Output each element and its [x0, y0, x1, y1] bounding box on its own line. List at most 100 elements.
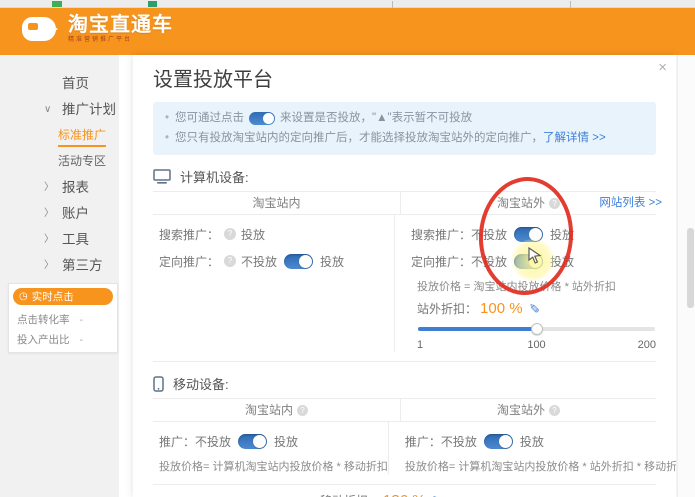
notice-text: 您可通过点击 [175, 112, 245, 124]
sidebar-item-label: 报表 [62, 180, 89, 195]
close-icon[interactable]: × [658, 60, 667, 75]
sidebar-item-tools[interactable]: 〉 工具 [0, 232, 119, 247]
discount-label: 站外折扣： [417, 301, 478, 316]
targeted-offsite-toggle[interactable] [514, 253, 544, 269]
mobile-onsite-formula: 投放价格= 计算机淘宝站内投放价格 * 移动折扣 [159, 461, 388, 473]
browser-tab-divider [570, 1, 571, 8]
train-logo-icon [22, 14, 60, 44]
offsite-slider-ticks: 1 100 200 [417, 339, 656, 352]
stat-row-roi[interactable]: 投入产出比 - [9, 329, 117, 349]
info-icon[interactable]: ? [224, 228, 237, 240]
column-header-offsite: 淘宝站外? [400, 399, 656, 421]
off-label: 不投放 [241, 254, 278, 269]
sidebar-item-label: 推广计划 [62, 102, 116, 117]
logo[interactable]: 淘宝直通车 精准营销推广平台 [22, 14, 173, 44]
off-label: 不投放 [471, 254, 508, 269]
phone-icon [153, 375, 164, 392]
clock-icon: ◷ [19, 290, 28, 302]
set-platform-modal: × 设置投放平台 您可通过点击 来设置是否投放，"▲"表示暂不可投放 您只有投放… [133, 55, 676, 497]
stat-row-conversion-rate[interactable]: 点击转化率 - [9, 309, 117, 329]
mobile-columns: 推广： 不投放 投放 投放价格= 计算机淘宝站内投放价格 * 移动折扣 推广： … [153, 422, 676, 485]
column-header-label: 淘宝站内 [244, 403, 293, 417]
mobile-onsite-column: 推广： 不投放 投放 投放价格= 计算机淘宝站内投放价格 * 移动折扣 [153, 422, 388, 474]
sidebar-item-standard-promo[interactable]: 标准推广 [0, 129, 119, 147]
logo-title: 淘宝直通车 [68, 14, 173, 36]
targeted-onsite-toggle[interactable] [284, 253, 314, 269]
sidebar-item-account[interactable]: 〉 账户 [0, 207, 119, 221]
field-label: 推广： [159, 434, 196, 449]
notice-text: 来设置是否投放，"▲"表示暂不可投放 [280, 112, 473, 124]
browser-toolbar-sliver [0, 0, 695, 8]
slider-handle[interactable] [530, 323, 543, 335]
realtime-clicks-badge[interactable]: ◷ 实时点击 [13, 288, 113, 305]
logo-tagline: 精准营销推广平台 [68, 37, 133, 43]
sidebar-item-label: 活动专区 [58, 154, 107, 168]
browser-extension-icon [148, 1, 157, 7]
deliver-value: 投放 [241, 227, 266, 242]
chevron-down-icon: ∨ [44, 104, 52, 115]
targeted-promo-row-offsite: 定向推广： 不投放 投放 [411, 253, 656, 269]
sidebar-item-reports[interactable]: 〉 报表 [0, 180, 119, 195]
mobile-discount-value: 136 % [383, 492, 426, 497]
info-icon[interactable]: ? [297, 405, 308, 416]
mobile-offsite-toggle[interactable] [483, 433, 513, 449]
chevron-right-icon: 〉 [44, 234, 54, 245]
mobile-promo-row-onsite: 推广： 不投放 投放 [159, 433, 388, 449]
column-header-label: 淘宝站外 [496, 196, 545, 210]
scrollbar-thumb[interactable] [687, 228, 694, 308]
sidebar: 首页 ∨ 推广计划 标准推广 活动专区 〉 报表 〉 账户 〉 工具 〉 第三方… [0, 55, 119, 497]
mobile-promo-row-offsite: 推广： 不投放 投放 [405, 433, 676, 449]
targeted-promo-row-onsite: 定向推广： ? 不投放 投放 [159, 253, 394, 269]
on-label: 投放 [519, 434, 544, 449]
on-label: 投放 [274, 434, 299, 449]
learn-more-link[interactable]: 了解详情 >> [543, 128, 606, 148]
section-title-label: 计算机设备: [180, 170, 249, 185]
chevron-right-icon: 〉 [44, 182, 54, 193]
sidebar-item-promo-plan[interactable]: ∨ 推广计划 [0, 102, 119, 117]
slider-fill [418, 327, 537, 331]
sidebar-item-activity-zone[interactable]: 活动专区 [0, 155, 119, 168]
notice-line-2: 您只有投放淘宝站内的定向推广后，才能选择投放淘宝站外的定向推广， 了解详情 >> [165, 128, 644, 148]
info-icon[interactable]: ? [549, 405, 560, 416]
sidebar-item-label: 第三方 [62, 258, 103, 273]
realtime-stats-widget: ◷ 实时点击 点击转化率 - 投入产出比 - [8, 283, 118, 353]
info-icon[interactable]: ? [224, 255, 237, 267]
browser-extension-icon [52, 1, 62, 7]
app-header: 淘宝直通车 精准营销推广平台 [0, 8, 695, 55]
mobile-offsite-column: 推广： 不投放 投放 投放价格= 计算机淘宝站内投放价格 * 站外折扣 * 移动… [387, 422, 676, 474]
notice-box: 您可通过点击 来设置是否投放，"▲"表示暂不可投放 您只有投放淘宝站内的定向推广… [153, 102, 656, 155]
mobile-devices-section: 移动设备: 淘宝站内? 淘宝站外? 推广： 不投放 投放 投放价格= 计算机淘宝… [153, 374, 676, 497]
chevron-right-icon: 〉 [44, 208, 54, 219]
info-icon[interactable]: ? [549, 198, 560, 209]
column-header-onsite: 淘宝站内 [252, 196, 301, 210]
stat-value: - [79, 333, 84, 346]
offsite-discount-slider[interactable] [418, 323, 655, 335]
mobile-column-headers: 淘宝站内? 淘宝站外? [153, 398, 656, 422]
computer-offsite-column: 搜索推广： 不投放 投放 定向推广： 不投放 投放 投放价格 = 淘宝站内投放价… [394, 215, 656, 352]
realtime-clicks-label: 实时点击 [31, 291, 74, 303]
column-header-onsite: 淘宝站内? [153, 399, 400, 421]
notice-line-1: 您可通过点击 来设置是否投放，"▲"表示暂不可投放 [165, 108, 644, 128]
toggle-example-icon [249, 111, 276, 125]
field-label: 推广： [404, 434, 441, 449]
chevron-right-icon: 〉 [44, 260, 54, 271]
edit-icon[interactable]: ✎ [525, 303, 541, 314]
stat-label: 点击转化率 [17, 314, 70, 326]
discount-label: 移动折扣： [320, 492, 380, 497]
off-label: 不投放 [440, 434, 477, 449]
app-screen: 淘宝直通车 精准营销推广平台 首页 ∨ 推广计划 标准推广 活动专区 〉 报表 … [0, 0, 695, 497]
stat-label: 投入产出比 [17, 334, 70, 346]
mobile-offsite-formula: 投放价格= 计算机淘宝站内投放价格 * 站外折扣 * 移动折扣 [404, 461, 676, 473]
computer-column-headers: 淘宝站内 淘宝站外? 网站列表 >> [153, 191, 662, 215]
mobile-onsite-toggle[interactable] [238, 433, 268, 449]
sidebar-item-third-party[interactable]: 〉 第三方 [0, 258, 119, 273]
sidebar-item-home[interactable]: 首页 [0, 77, 119, 91]
sidebar-item-label: 工具 [62, 232, 89, 247]
mobile-section-title: 移动设备: [153, 374, 656, 393]
search-promo-row-onsite: 搜索推广： ? 投放 [159, 226, 394, 242]
site-list-link[interactable]: 网站列表 >> [599, 192, 662, 215]
search-offsite-toggle[interactable] [514, 226, 544, 242]
field-label: 定向推广： [411, 254, 472, 269]
computer-section-title: 计算机设备: [153, 167, 656, 186]
mobile-discount-row: 移动折扣： 136 % ✎ [320, 491, 656, 497]
